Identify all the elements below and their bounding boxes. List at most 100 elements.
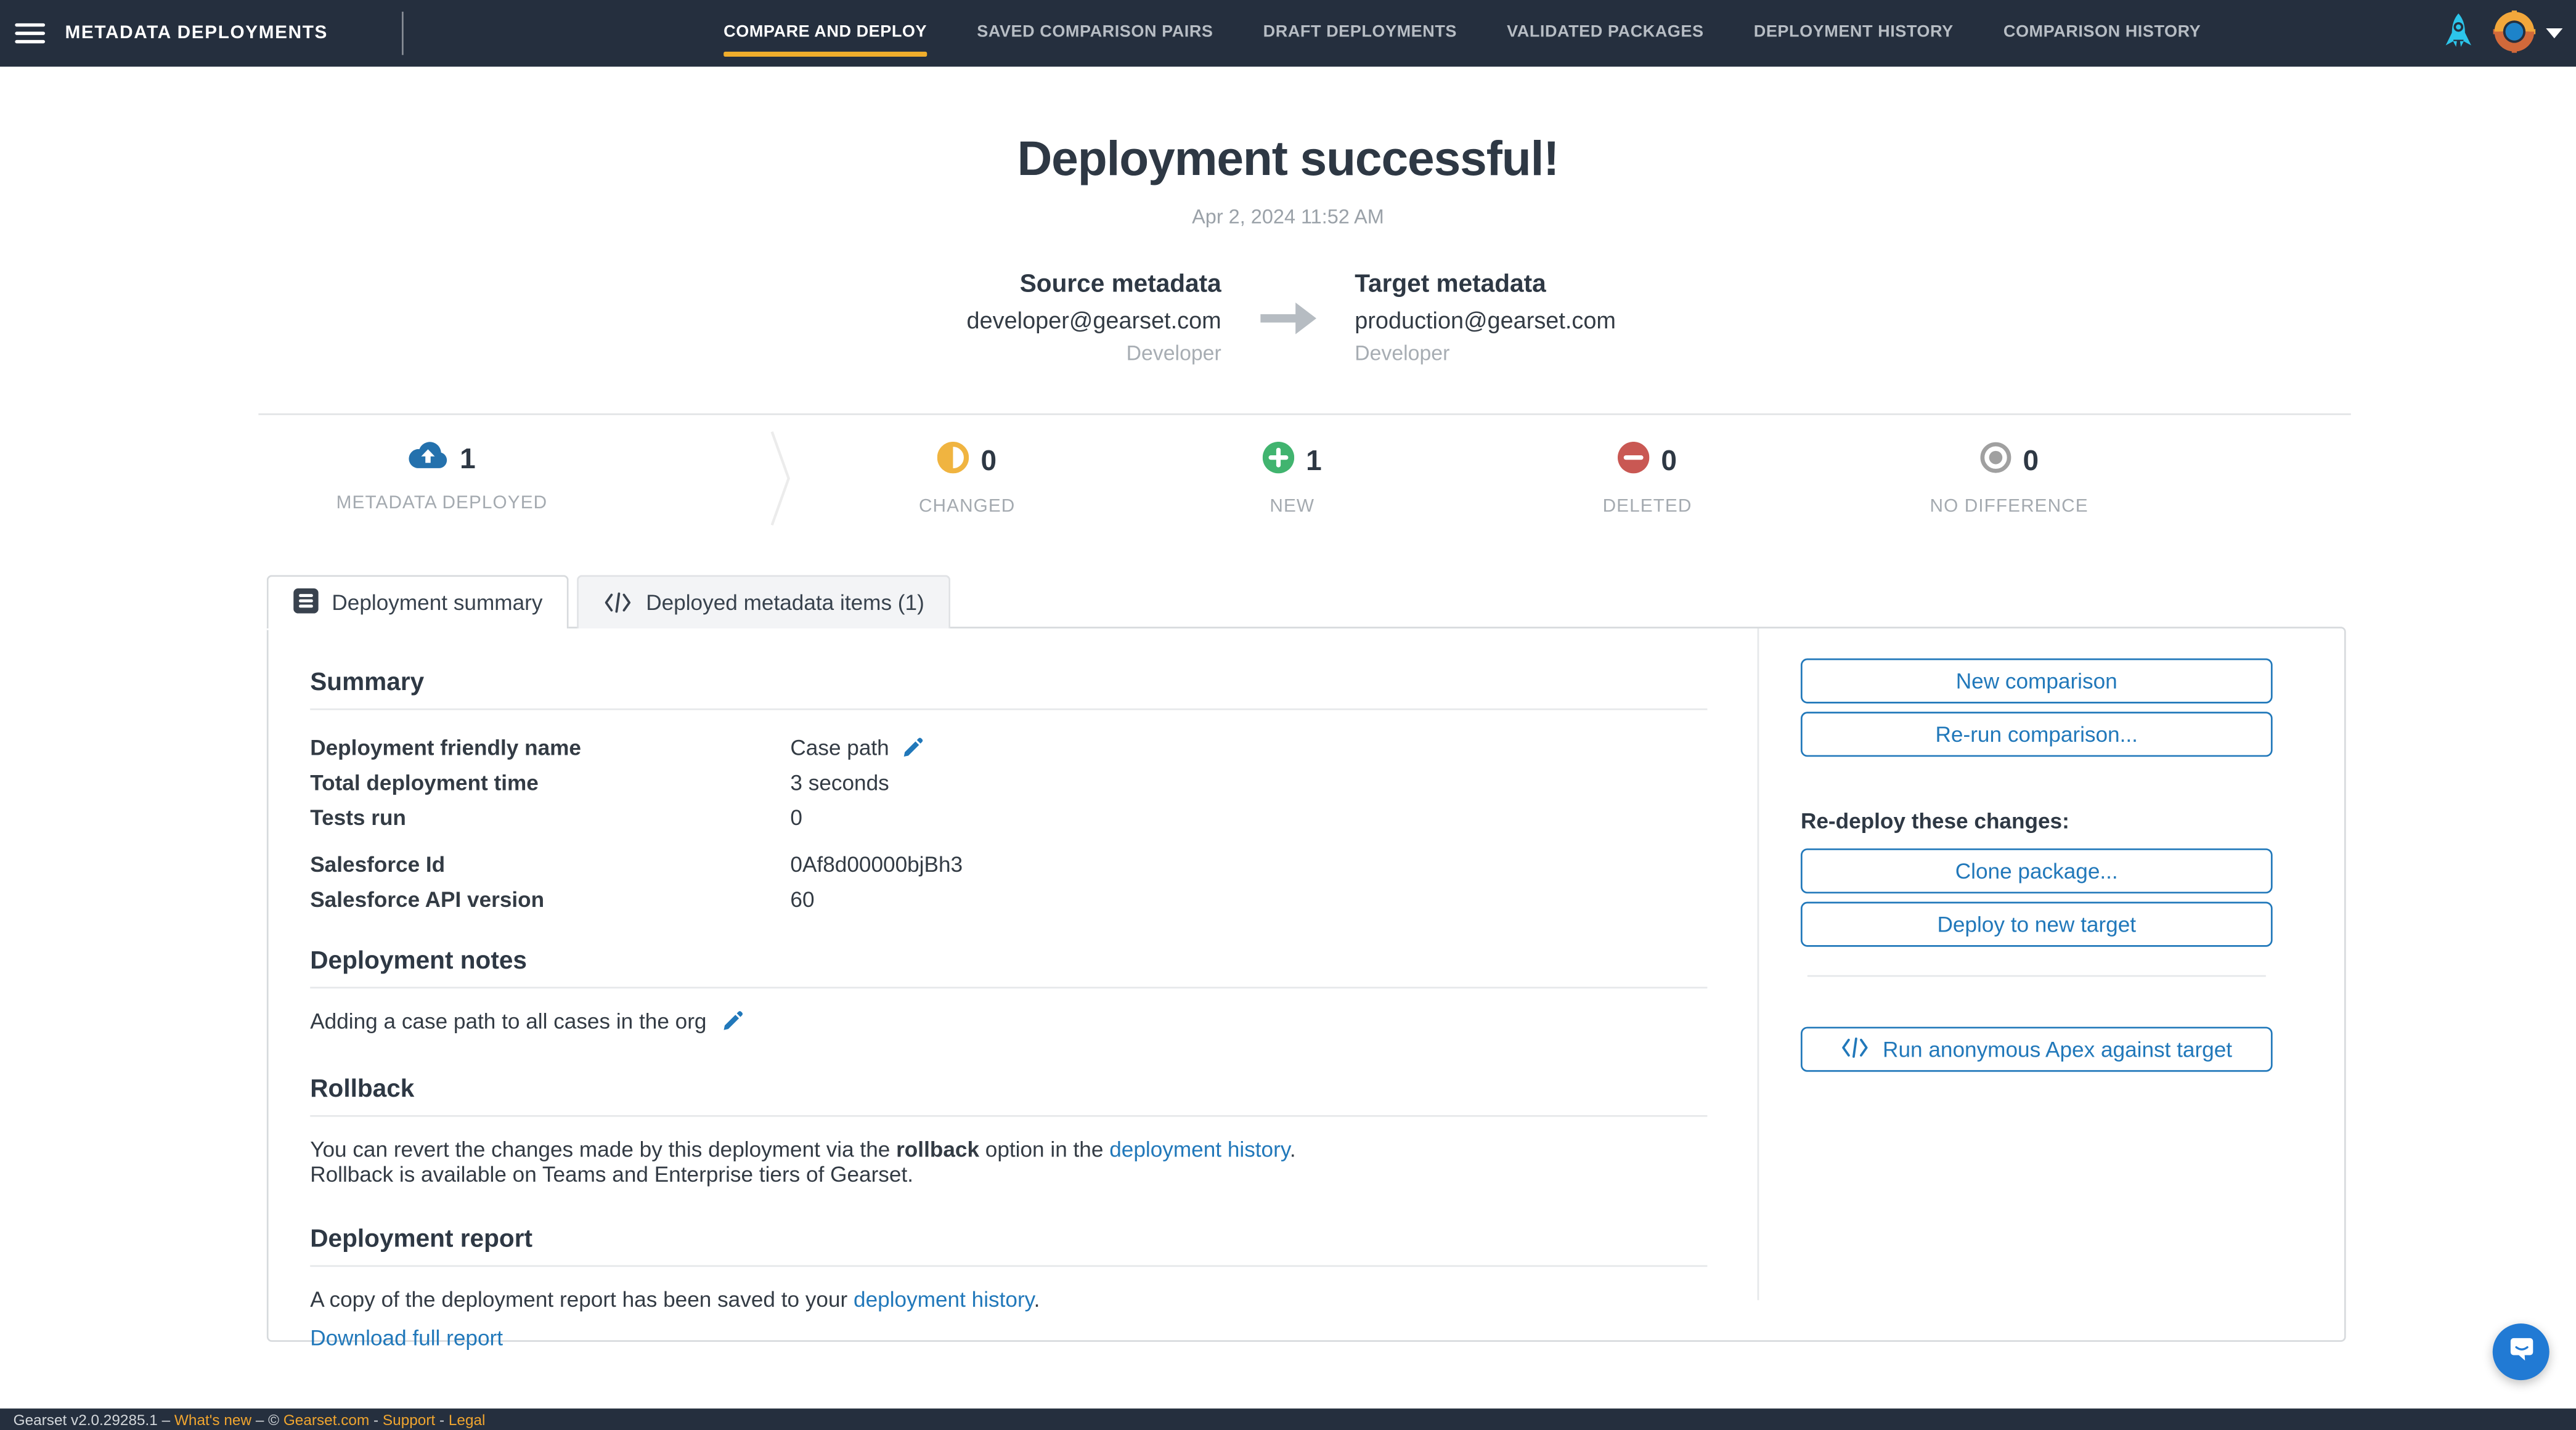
clone-package-button[interactable]: Clone package... xyxy=(1801,848,2273,893)
redeploy-label: Re-deploy these changes: xyxy=(1801,808,2273,834)
edit-icon[interactable] xyxy=(902,737,924,758)
stat-new: 1 NEW xyxy=(1263,442,1322,517)
tab-label: Deployment summary xyxy=(332,590,542,615)
nav-item-compare-and-deploy[interactable]: COMPARE AND DEPLOY xyxy=(723,0,927,67)
run-anonymous-apex-button[interactable]: Run anonymous Apex against target xyxy=(1801,1027,2273,1072)
nav-item-saved-comparison-pairs[interactable]: SAVED COMPARISON PAIRS xyxy=(977,0,1213,67)
deployment-notes-text: Adding a case path to all cases in the o… xyxy=(310,1009,1707,1034)
tab-deployed-metadata-items[interactable]: Deployed metadata items (1) xyxy=(577,575,951,628)
tab-deployment-summary[interactable]: Deployment summary xyxy=(267,575,569,628)
rollback-heading: Rollback xyxy=(310,1075,1707,1103)
source-org-email: developer@gearset.com xyxy=(721,307,1221,333)
source-metadata-block: Source metadata developer@gearset.com De… xyxy=(721,270,1221,365)
target-metadata-block: Target metadata production@gearset.com D… xyxy=(1355,270,1855,365)
source-heading: Source metadata xyxy=(721,270,1221,298)
tab-label: Deployed metadata items (1) xyxy=(646,590,924,615)
arrow-right-icon xyxy=(1258,300,1318,345)
edit-icon[interactable] xyxy=(723,1010,744,1032)
whats-new-link[interactable]: What's new xyxy=(174,1411,251,1428)
account-menu-button[interactable] xyxy=(2493,9,2563,57)
new-comparison-button[interactable]: New comparison xyxy=(1801,659,2273,704)
deployment-notes-heading: Deployment notes xyxy=(310,947,1707,975)
rollback-text: You can revert the changes made by this … xyxy=(310,1136,1707,1188)
deployment-history-link[interactable]: deployment history xyxy=(1109,1136,1290,1161)
row-value: 60 xyxy=(790,887,814,912)
source-target-summary: Source metadata developer@gearset.com De… xyxy=(0,270,2576,365)
rocket-icon[interactable] xyxy=(2444,12,2472,55)
source-org-type: Developer xyxy=(721,342,1221,365)
summary-column: Summary Deployment friendly name Case pa… xyxy=(269,628,1758,1340)
stats-top-divider xyxy=(258,413,2350,415)
hamburger-menu-icon[interactable] xyxy=(15,23,45,44)
deployment-stats-row: 1 METADATA DEPLOYED 0 CHANGED xyxy=(258,430,2350,563)
deployment-report-heading: Deployment report xyxy=(310,1224,1707,1253)
navbar-right xyxy=(2444,0,2562,67)
stat-label: NO DIFFERENCE xyxy=(1930,497,2089,516)
cloud-upload-icon xyxy=(408,442,448,479)
summary-row-friendly-name: Deployment friendly name Case path xyxy=(310,735,1707,760)
deployment-summary-card: Summary Deployment friendly name Case pa… xyxy=(267,627,2346,1342)
target-org-email: production@gearset.com xyxy=(1355,307,1855,333)
deployment-report-text: A copy of the deployment report has been… xyxy=(310,1286,1707,1312)
row-label: Deployment friendly name xyxy=(310,735,790,760)
changed-icon xyxy=(937,442,969,482)
legal-link[interactable]: Legal xyxy=(449,1411,486,1428)
caret-down-icon xyxy=(2546,28,2562,38)
stat-value: 0 xyxy=(2023,445,2039,478)
summary-row-api-version: Salesforce API version 60 xyxy=(310,887,1707,912)
support-link[interactable]: Support xyxy=(383,1411,435,1428)
code-icon xyxy=(605,591,633,613)
row-label: Salesforce API version xyxy=(310,887,790,912)
summary-heading: Summary xyxy=(310,668,1707,697)
row-value: 3 seconds xyxy=(790,770,889,795)
row-value: 0Af8d00000bjBh3 xyxy=(790,852,963,877)
actions-divider xyxy=(1808,975,2266,977)
stat-label: METADATA DEPLOYED xyxy=(336,494,548,513)
deleted-icon xyxy=(1618,442,1649,482)
row-label: Total deployment time xyxy=(310,770,790,795)
navbar-menu: COMPARE AND DEPLOY SAVED COMPARISON PAIR… xyxy=(723,0,2201,67)
nav-item-comparison-history[interactable]: COMPARISON HISTORY xyxy=(2003,0,2201,67)
stats-divider-chevron-icon xyxy=(770,430,790,535)
summary-list-icon xyxy=(293,588,319,618)
row-label: Tests run xyxy=(310,805,790,831)
no-difference-icon xyxy=(1979,442,2011,482)
row-value: 0 xyxy=(790,805,802,831)
row-value: Case path xyxy=(790,735,889,760)
gearset-deployment-page: METADATA DEPLOYMENTS COMPARE AND DEPLOY … xyxy=(0,0,2576,1430)
stat-value: 0 xyxy=(1661,445,1677,478)
section-divider xyxy=(310,1264,1707,1266)
stat-value: 1 xyxy=(1306,445,1322,478)
section-divider xyxy=(310,1115,1707,1116)
nav-item-draft-deployments[interactable]: DRAFT DEPLOYMENTS xyxy=(1263,0,1457,67)
gearset-com-link[interactable]: Gearset.com xyxy=(283,1411,369,1428)
gearset-logo-icon xyxy=(2493,9,2536,57)
stat-label: DELETED xyxy=(1603,497,1692,516)
navbar-divider xyxy=(401,12,403,55)
target-org-type: Developer xyxy=(1355,342,1855,365)
nav-item-validated-packages[interactable]: VALIDATED PACKAGES xyxy=(1507,0,1703,67)
page-title: Deployment successful! xyxy=(0,133,2576,188)
download-full-report-link[interactable]: Download full report xyxy=(310,1325,503,1351)
detail-tabs: Deployment summary Deployed metadata ite… xyxy=(267,575,951,628)
deploy-to-new-target-button[interactable]: Deploy to new target xyxy=(1801,902,2273,947)
chat-launcher-button[interactable] xyxy=(2493,1323,2550,1380)
new-icon xyxy=(1263,442,1294,482)
section-divider xyxy=(310,987,1707,989)
nav-item-deployment-history[interactable]: DEPLOYMENT HISTORY xyxy=(1754,0,1954,67)
navbar-left: METADATA DEPLOYMENTS xyxy=(0,12,403,55)
deployment-timestamp: Apr 2, 2024 11:52 AM xyxy=(0,205,2576,229)
summary-row-tests-run: Tests run 0 xyxy=(310,805,1707,831)
rerun-comparison-button[interactable]: Re-run comparison... xyxy=(1801,712,2273,757)
stat-label: CHANGED xyxy=(919,497,1015,516)
summary-row-deployment-time: Total deployment time 3 seconds xyxy=(310,770,1707,795)
stat-value: 1 xyxy=(460,444,476,477)
deployment-history-link[interactable]: deployment history xyxy=(854,1286,1034,1311)
summary-row-salesforce-id: Salesforce Id 0Af8d00000bjBh3 xyxy=(310,852,1707,877)
row-label: Salesforce Id xyxy=(310,852,790,877)
stat-deleted: 0 DELETED xyxy=(1603,442,1692,517)
stat-value: 0 xyxy=(981,445,997,478)
top-navbar: METADATA DEPLOYMENTS COMPARE AND DEPLOY … xyxy=(0,0,2576,67)
stat-no-difference: 0 NO DIFFERENCE xyxy=(1930,442,2089,517)
app-title: METADATA DEPLOYMENTS xyxy=(65,23,328,43)
